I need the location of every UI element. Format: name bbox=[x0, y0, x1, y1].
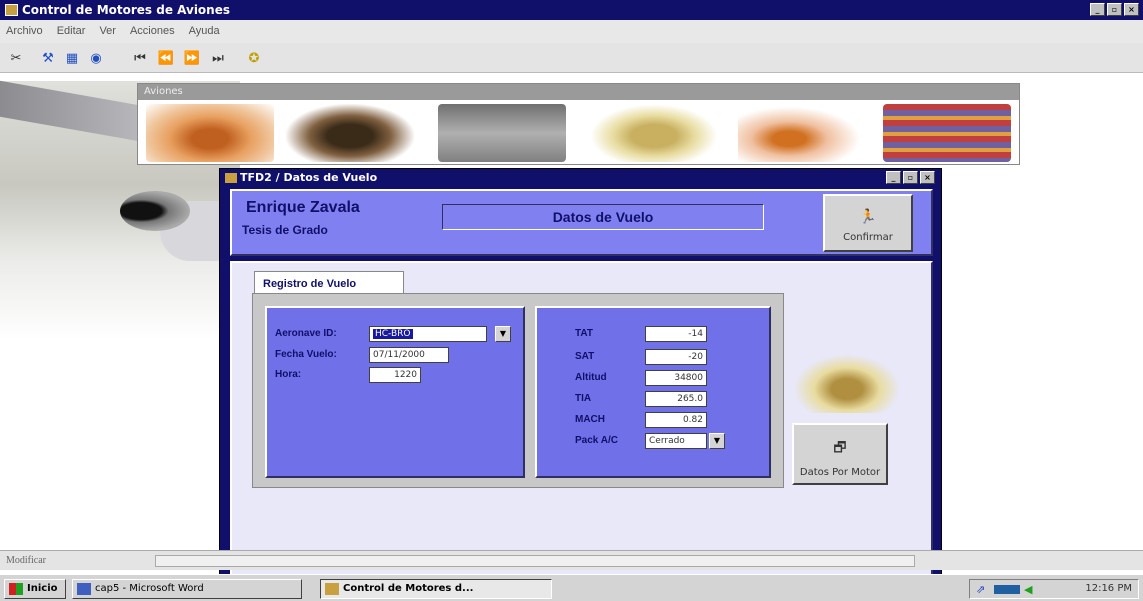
flight-params-panel: TAT -14 SAT -20 Altitud 34800 TIA 265.0 … bbox=[535, 306, 771, 478]
help-icon[interactable]: ✪ bbox=[242, 49, 266, 69]
pack-dropdown-button[interactable]: ▼ bbox=[709, 433, 725, 449]
status-bar: Modificar bbox=[0, 550, 1143, 570]
author-name: Enrique Zavala bbox=[246, 199, 360, 216]
taskbar-item-control[interactable]: Control de Motores d... bbox=[320, 579, 552, 599]
tab-registro-vuelo[interactable]: Registro de Vuelo bbox=[254, 271, 404, 295]
app-title-bar: Control de Motores de Aviones _ ▫ × bbox=[0, 0, 1143, 20]
altitud-input[interactable]: 34800 bbox=[645, 370, 707, 386]
open-book-image bbox=[792, 353, 902, 413]
volume-icon[interactable]: ◀ bbox=[1024, 583, 1032, 596]
motor-data-icon: 🗗 bbox=[833, 440, 847, 456]
clouds-thumbnail[interactable] bbox=[438, 104, 566, 162]
minimize-button[interactable]: _ bbox=[1090, 3, 1105, 16]
pack-label: Pack A/C bbox=[575, 435, 618, 446]
confirm-button[interactable]: 🏃 Confirmar bbox=[823, 194, 913, 252]
hora-input[interactable]: 1220 bbox=[369, 367, 421, 383]
form-body: Registro de Vuelo Aeronave ID: HC-BRO ▼ … bbox=[230, 261, 933, 578]
close-button[interactable]: × bbox=[1124, 3, 1139, 16]
mach-input[interactable]: 0.82 bbox=[645, 412, 707, 428]
form-header: Enrique Zavala Tesis de Grado Datos de V… bbox=[230, 189, 933, 256]
tray-display-icon[interactable] bbox=[994, 585, 1020, 594]
confirm-label: Confirmar bbox=[843, 232, 893, 243]
tia-label: TIA bbox=[575, 393, 592, 404]
aeronave-label: Aeronave ID: bbox=[275, 328, 337, 339]
confirm-icon: 🏃 bbox=[859, 209, 877, 225]
word-icon bbox=[77, 583, 91, 595]
aeronave-dropdown-button[interactable]: ▼ bbox=[495, 326, 511, 342]
menu-archivo[interactable]: Archivo bbox=[6, 25, 43, 43]
cut-icon[interactable]: ✂ bbox=[4, 49, 28, 69]
menu-bar: Archivo Editar Ver Acciones Ayuda bbox=[0, 20, 1143, 43]
maximize-button[interactable]: ▫ bbox=[1107, 3, 1122, 16]
tat-label: TAT bbox=[575, 328, 593, 339]
taskbar-item-word-label: cap5 - Microsoft Word bbox=[95, 583, 204, 594]
taskbar: Inicio cap5 - Microsoft Word Control de … bbox=[0, 574, 1143, 601]
taskbar-item-control-label: Control de Motores d... bbox=[343, 583, 474, 594]
start-label: Inicio bbox=[27, 583, 58, 594]
last-record-icon[interactable]: ⏭ bbox=[206, 49, 230, 69]
app-icon bbox=[5, 4, 18, 16]
status-progress bbox=[155, 555, 915, 567]
taskbar-item-word[interactable]: cap5 - Microsoft Word bbox=[72, 579, 302, 599]
aviones-title: Aviones bbox=[138, 84, 1019, 100]
tia-input[interactable]: 265.0 bbox=[645, 391, 707, 407]
prev-record-icon[interactable]: ⏪ bbox=[154, 49, 178, 69]
flight-id-panel: Aeronave ID: HC-BRO ▼ Fecha Vuelo: 07/11… bbox=[265, 306, 525, 478]
aviones-panel: Aviones bbox=[137, 83, 1020, 165]
book-thumbnail[interactable] bbox=[590, 104, 718, 162]
start-button[interactable]: Inicio bbox=[4, 579, 66, 599]
thesis-subtitle: Tesis de Grado bbox=[242, 223, 328, 237]
system-tray: ⇗ ◀ 12:16 PM bbox=[969, 579, 1139, 599]
toolbar: ✂ ⚒ ▦ ◉ ⏮ ⏪ ⏩ ⏭ ✪ bbox=[0, 43, 1143, 73]
child-minimize-button[interactable]: _ bbox=[886, 171, 901, 184]
aeronave-select[interactable]: HC-BRO bbox=[369, 326, 487, 342]
binoculars-icon[interactable]: ◉ bbox=[84, 49, 108, 69]
fecha-label: Fecha Vuelo: bbox=[275, 349, 337, 360]
child-title-bar: TFD2 / Datos de Vuelo _ ▫ × bbox=[220, 169, 941, 187]
windows-logo-icon bbox=[9, 583, 23, 595]
airplane-thumbnail[interactable] bbox=[146, 104, 274, 162]
menu-editar[interactable]: Editar bbox=[57, 25, 86, 43]
hora-label: Hora: bbox=[275, 369, 302, 380]
chart-person-thumbnail[interactable] bbox=[738, 104, 866, 162]
engine-thumbnail[interactable] bbox=[286, 104, 414, 162]
tat-input[interactable]: -14 bbox=[645, 326, 707, 342]
control-app-icon bbox=[325, 583, 339, 595]
altitud-label: Altitud bbox=[575, 372, 607, 383]
menu-ver[interactable]: Ver bbox=[99, 25, 116, 43]
sat-input[interactable]: -20 bbox=[645, 349, 707, 365]
status-text: Modificar bbox=[6, 555, 46, 566]
mach-label: MACH bbox=[575, 414, 605, 425]
aeronave-value: HC-BRO bbox=[373, 329, 413, 339]
fecha-input[interactable]: 07/11/2000 bbox=[369, 347, 449, 363]
menu-acciones[interactable]: Acciones bbox=[130, 25, 175, 43]
tray-network-icon[interactable]: ⇗ bbox=[976, 583, 985, 596]
tab-panel: Aeronave ID: HC-BRO ▼ Fecha Vuelo: 07/11… bbox=[252, 293, 784, 488]
tool-icon[interactable]: ⚒ bbox=[36, 49, 60, 69]
child-title: TFD2 / Datos de Vuelo bbox=[240, 171, 378, 184]
next-record-icon[interactable]: ⏩ bbox=[180, 49, 204, 69]
grid-icon[interactable]: ▦ bbox=[60, 49, 84, 69]
datos-por-motor-button[interactable]: 🗗 Datos Por Motor bbox=[792, 423, 888, 485]
child-close-button[interactable]: × bbox=[920, 171, 935, 184]
datos-por-motor-label: Datos Por Motor bbox=[799, 467, 881, 478]
first-record-icon[interactable]: ⏮ bbox=[128, 49, 152, 69]
clock[interactable]: 12:16 PM bbox=[1085, 583, 1132, 594]
child-app-icon bbox=[225, 173, 237, 183]
sat-label: SAT bbox=[575, 351, 595, 362]
mdi-workspace: Aviones TFD2 / Datos de Vuelo _ ▫ × Enri… bbox=[0, 73, 1143, 585]
datos-vuelo-window: TFD2 / Datos de Vuelo _ ▫ × Enrique Zava… bbox=[219, 168, 942, 585]
papers-thumbnail[interactable] bbox=[883, 104, 1011, 162]
child-maximize-button[interactable]: ▫ bbox=[903, 171, 918, 184]
app-title: Control de Motores de Aviones bbox=[22, 3, 231, 17]
form-title: Datos de Vuelo bbox=[442, 204, 764, 230]
menu-ayuda[interactable]: Ayuda bbox=[189, 25, 220, 43]
pack-select[interactable]: Cerrado bbox=[645, 433, 707, 449]
